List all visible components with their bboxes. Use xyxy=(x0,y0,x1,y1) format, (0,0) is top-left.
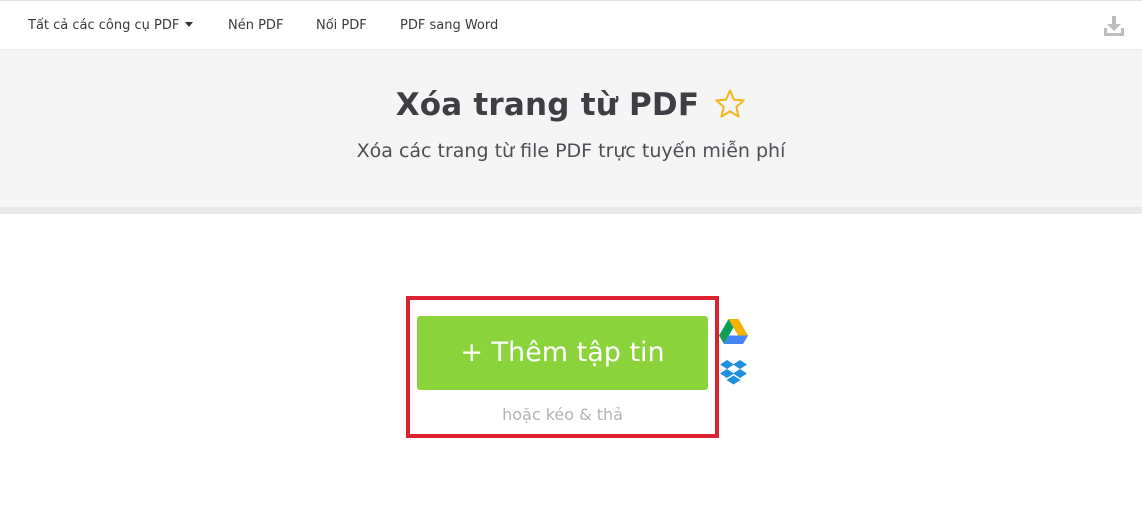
page-subtitle: Xóa các trang từ file PDF trực tuyến miễ… xyxy=(356,140,786,162)
add-file-button[interactable]: + Thêm tập tin xyxy=(417,316,708,390)
hero-divider xyxy=(0,207,1142,214)
download-icon[interactable] xyxy=(1103,15,1125,37)
star-icon[interactable] xyxy=(714,88,746,120)
title-row: Xóa trang từ PDF xyxy=(0,87,1142,131)
dropbox-icon[interactable] xyxy=(719,359,748,388)
nav-link-pdf-to-word[interactable]: PDF sang Word xyxy=(400,1,498,51)
nav-link-merge-pdf[interactable]: Nối PDF xyxy=(316,1,367,51)
caret-down-icon xyxy=(185,22,194,27)
nav-all-tools-label: Tất cả các công cụ PDF xyxy=(28,18,180,33)
nav-link-compress-pdf[interactable]: Nén PDF xyxy=(228,1,283,51)
drag-drop-hint: hoặc kéo & thả xyxy=(502,405,623,424)
top-navbar: Tất cả các công cụ PDF Nén PDF Nối PDF P… xyxy=(0,0,1142,50)
nav-all-tools-dropdown[interactable]: Tất cả các công cụ PDF xyxy=(28,1,194,51)
google-drive-icon[interactable] xyxy=(719,318,748,345)
page-title: Xóa trang từ PDF xyxy=(395,87,700,123)
